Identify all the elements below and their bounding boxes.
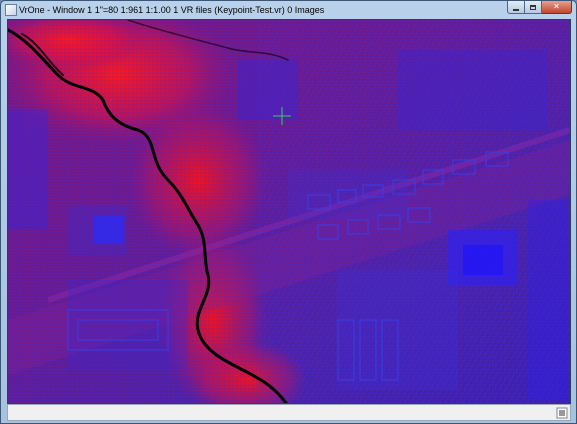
app-icon[interactable] — [5, 4, 17, 16]
window-title: VrOne - Window 1 1"=80 1:961 1:1.00 1 VR… — [19, 5, 325, 15]
minimize-button[interactable] — [507, 1, 525, 14]
low-intensity-texture — [8, 20, 570, 403]
maximize-button[interactable] — [525, 1, 542, 14]
point-cloud-viewport[interactable] — [7, 19, 571, 404]
resize-grip-icon[interactable] — [556, 407, 568, 419]
minimize-icon — [513, 8, 519, 11]
close-button[interactable]: ✕ — [542, 1, 572, 14]
close-icon: ✕ — [553, 2, 560, 11]
vrone-window: VrOne - Window 1 1"=80 1:961 1:1.00 1 VR… — [0, 0, 577, 424]
title-bar[interactable]: VrOne - Window 1 1"=80 1:961 1:1.00 1 VR… — [1, 1, 576, 19]
status-bar — [7, 404, 571, 421]
maximize-icon — [530, 4, 536, 10]
point-cloud-render[interactable] — [8, 20, 570, 403]
caption-buttons: ✕ — [507, 1, 572, 15]
